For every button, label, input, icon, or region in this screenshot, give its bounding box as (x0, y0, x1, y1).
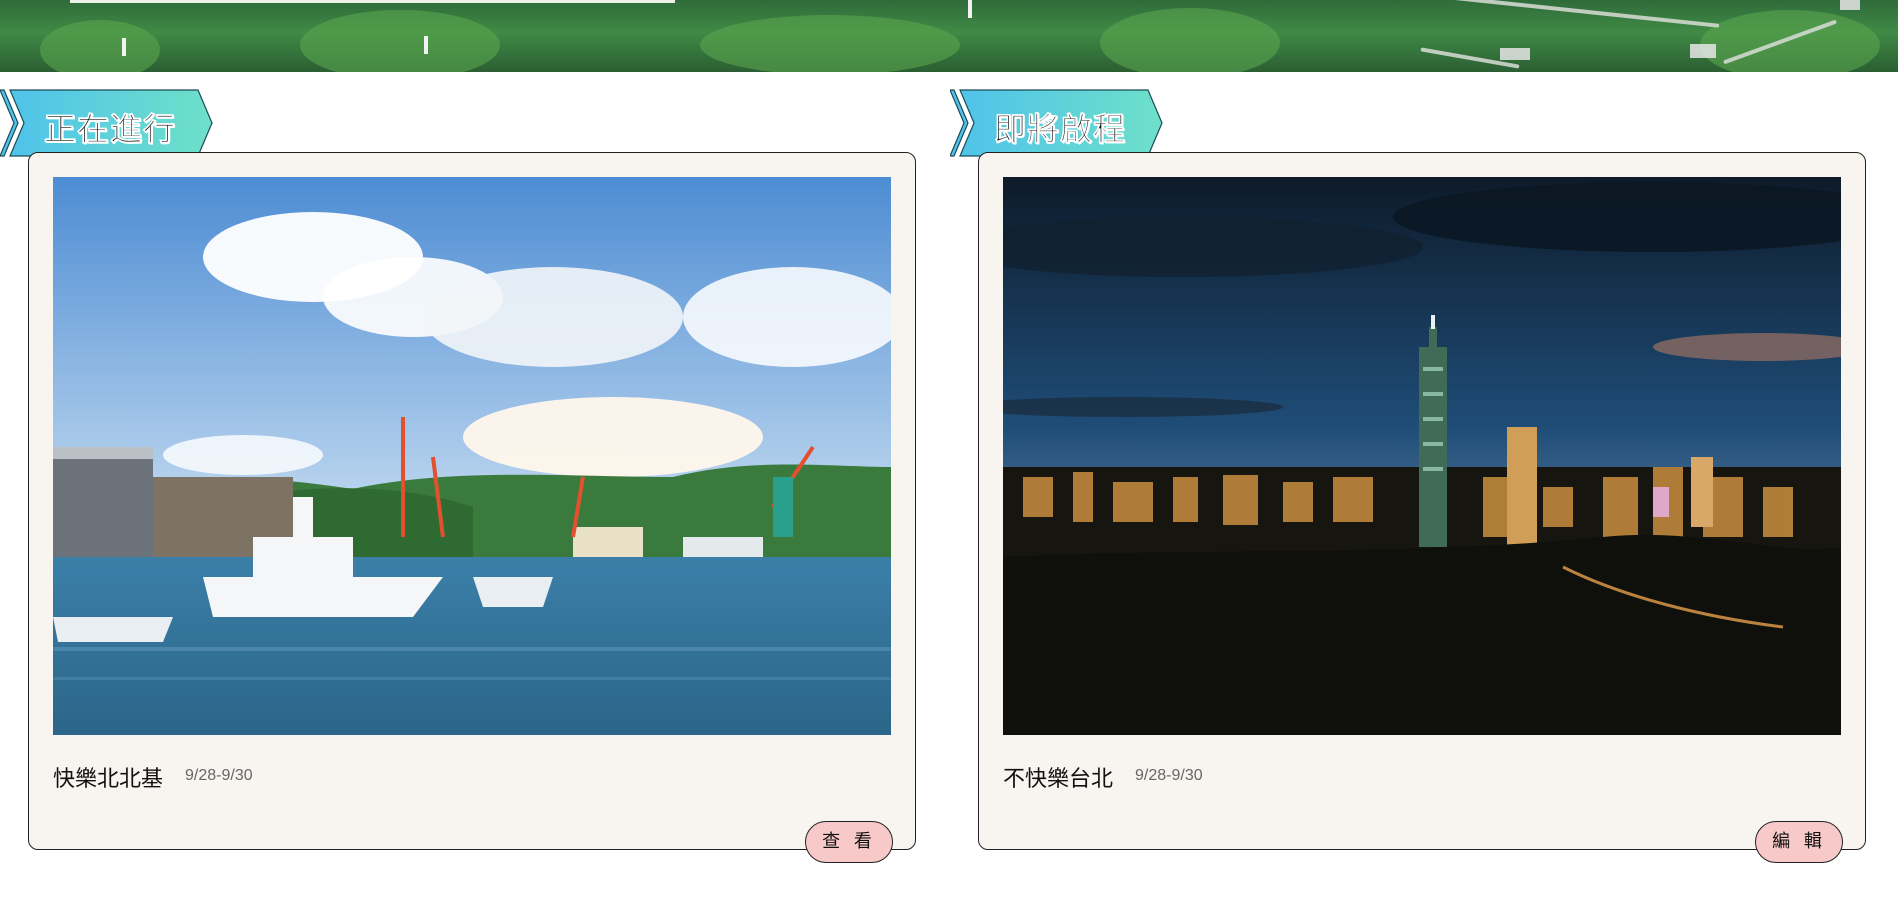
trip-card[interactable]: 不快樂台北 9/28-9/30 編 輯 (978, 152, 1866, 863)
harbor-photo-icon (53, 177, 891, 735)
building (1690, 44, 1716, 58)
edit-button[interactable]: 編 輯 (1755, 821, 1843, 863)
trip-title: 快樂北北基 (53, 767, 164, 792)
forest-patch (700, 15, 960, 72)
trip-date: 9/28-9/30 (185, 767, 253, 784)
section-heading: 即將啟程 (994, 110, 1127, 149)
hero-banner-edge (70, 0, 675, 3)
pylon-icon (968, 0, 972, 18)
road (1380, 0, 1720, 28)
forest-patch (300, 10, 500, 72)
forest-patch (1100, 8, 1280, 72)
city-night-photo-icon (1003, 177, 1841, 735)
view-button[interactable]: 查 看 (805, 821, 893, 863)
trip-title: 不快樂台北 (1003, 767, 1114, 792)
section-in-progress: 正在進行 快樂北北基 9/28-9/30 查 看 (0, 88, 950, 910)
trip-card[interactable]: 快樂北北基 9/28-9/30 查 看 (28, 152, 916, 863)
pylon-icon (424, 36, 428, 54)
pylon-icon (122, 38, 126, 56)
forest-patch (40, 20, 160, 72)
section-heading: 正在進行 (44, 110, 177, 149)
section-upcoming: 即將啟程 不快樂台北 9/28-9/30 編 輯 (950, 88, 1898, 910)
trip-date: 9/28-9/30 (1135, 767, 1203, 784)
building (1500, 48, 1530, 60)
building (1840, 0, 1860, 10)
hero-banner (0, 0, 1898, 72)
